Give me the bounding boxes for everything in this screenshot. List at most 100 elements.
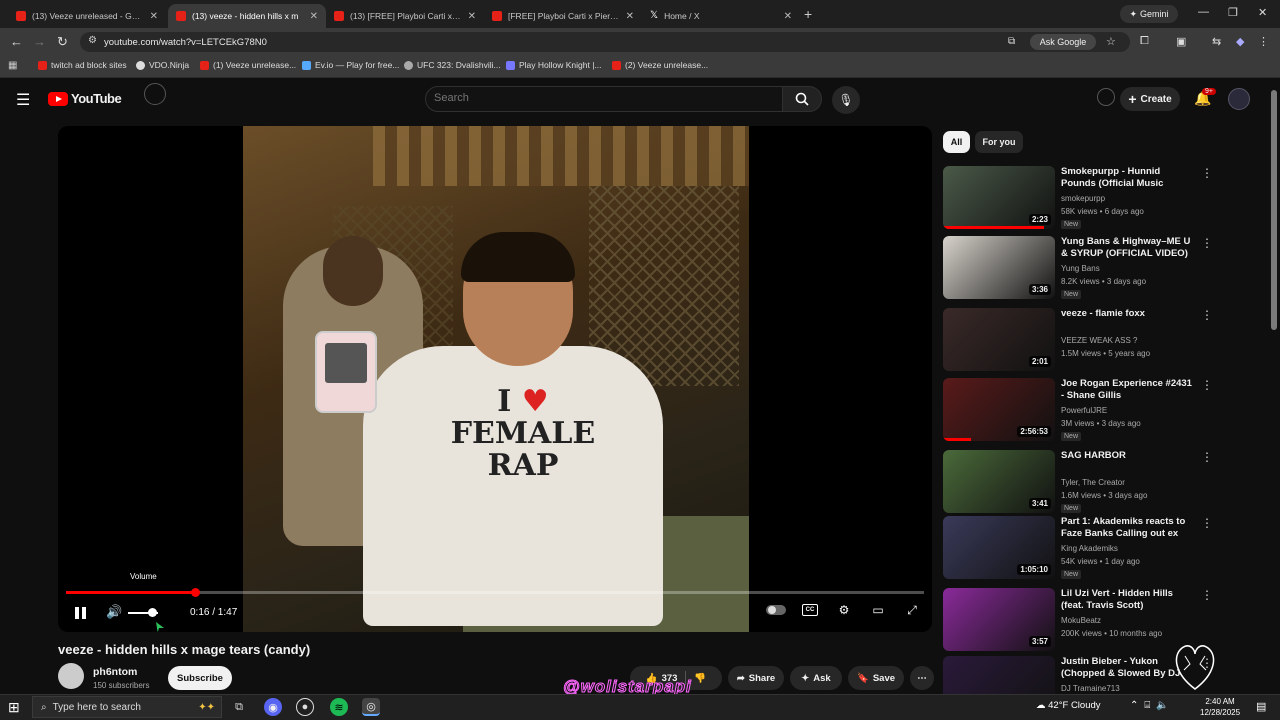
youtube-logo[interactable]: YouTube (48, 91, 122, 106)
close-window-icon[interactable]: ✕ (1258, 6, 1267, 19)
obs-icon[interactable]: ● (296, 698, 314, 716)
bookmark-3[interactable]: Ev.io — Play for free... (302, 60, 399, 70)
autoplay-toggle[interactable] (766, 602, 786, 618)
clock[interactable]: 2:40 AM 12/28/2025 (1200, 696, 1240, 718)
recommendation-title[interactable]: SAG HARBOR (1061, 450, 1193, 462)
browser-tab-3[interactable]: [FREE] Playboi Carti x Pierre Bo ✕ (484, 4, 642, 28)
more-actions-button[interactable]: ⋯ (910, 666, 934, 690)
task-view-icon[interactable]: ⧉ (230, 698, 248, 716)
reload-icon[interactable]: ↻ (57, 34, 68, 50)
recommendation-channel[interactable]: MokuBeatz (1061, 616, 1101, 625)
channel-name[interactable]: ph6ntom (93, 666, 137, 678)
recommendation-channel[interactable]: Yung Bans (1061, 264, 1100, 273)
channel-avatar[interactable] (58, 663, 84, 689)
scrollbar[interactable] (1271, 90, 1277, 330)
settings-button[interactable]: ⚙ (834, 602, 854, 618)
close-icon[interactable]: ✕ (468, 11, 476, 22)
bookmark-5[interactable]: Play Hollow Knight |... (506, 60, 602, 70)
volume-icon[interactable]: 🔊 (106, 604, 122, 620)
more-vertical-icon[interactable]: ⋮ (1201, 378, 1213, 392)
discord-icon[interactable]: ◉ (264, 698, 282, 716)
fullscreen-button[interactable]: ⤢ (902, 602, 922, 618)
recommendation-channel[interactable]: Tyler, The Creator (1061, 478, 1125, 487)
video-thumbnail[interactable]: 2:01 (943, 308, 1055, 371)
bookmark-6[interactable]: (2) Veeze unrelease... (612, 60, 708, 70)
search-button[interactable] (782, 86, 822, 112)
new-tab-button[interactable]: + (804, 6, 812, 22)
gemini-button[interactable]: ✦ Gemini (1120, 5, 1178, 23)
more-vertical-icon[interactable]: ⋮ (1201, 166, 1213, 180)
pause-button[interactable] (72, 605, 88, 621)
recommendation-title[interactable]: Part 1: Akademiks reacts to Faze Banks C… (1061, 516, 1193, 540)
video-thumbnail[interactable]: 2:56:53 (943, 378, 1055, 441)
dislike-button[interactable]: 👎 (694, 673, 706, 684)
browser-tab-2[interactable]: (13) [FREE] Playboi Carti x Pierre ✕ (326, 4, 484, 28)
ask-google-button[interactable]: Ask Google (1030, 34, 1096, 50)
bookmark-2[interactable]: (1) Veeze unrelease... (200, 60, 296, 70)
more-vertical-icon[interactable]: ⋮ (1201, 236, 1213, 250)
bookmark-4[interactable]: UFC 323: Dvalishvili... (404, 60, 501, 70)
more-vertical-icon[interactable]: ⋮ (1201, 588, 1213, 602)
sidepanel-icon[interactable]: ▣ (1176, 35, 1186, 48)
back-icon[interactable]: ← (10, 34, 23, 49)
browser-tab-4[interactable]: 𝕏 Home / X ✕ (642, 4, 800, 28)
weather[interactable]: ☁ 42°F Cloudy (1036, 700, 1101, 711)
progress-scrubber[interactable] (190, 588, 200, 597)
account-avatar[interactable] (1228, 88, 1250, 110)
more-vertical-icon[interactable]: ⋮ (1258, 35, 1269, 48)
more-vertical-icon[interactable]: ⋮ (1201, 308, 1213, 322)
close-icon[interactable]: ✕ (310, 11, 318, 22)
minimize-icon[interactable]: — (1198, 6, 1209, 18)
recommendation-channel[interactable]: DJ Tramaine713 (1061, 684, 1120, 693)
apps-grid-icon[interactable]: ▦ (8, 60, 17, 71)
extensions-icon[interactable]: ⧠ (1140, 35, 1149, 48)
recommendation-item[interactable]: 1:05:10 Part 1: Akademiks reacts to Faze … (943, 516, 1213, 580)
recommendation-channel[interactable]: smokepurpp (1061, 194, 1105, 203)
video-thumbnail[interactable]: 2:23 (943, 166, 1055, 229)
recommendation-channel[interactable]: King Akademiks (1061, 544, 1118, 553)
chip-all[interactable]: All (943, 131, 970, 153)
theater-mode-button[interactable]: ▭ (868, 602, 888, 618)
spotify-icon[interactable]: ≋ (330, 698, 348, 716)
recommendation-channel[interactable]: VEEZE WEAK ASS ? (1061, 336, 1137, 345)
restore-icon[interactable]: ❐ (1228, 6, 1238, 19)
site-info-icon[interactable]: ⚙ (88, 35, 97, 46)
browser-tab-0[interactable]: (13) Veeze unreleased - Ghost ✕ (8, 4, 166, 28)
video-frame[interactable]: I ♥ FEMALE RAP (243, 126, 749, 632)
windows-start-icon[interactable]: ⊞ (8, 699, 20, 716)
cast-icon[interactable]: ⧉ (1008, 36, 1015, 47)
recommendation-item[interactable]: 2:23 Smokepurpp - Hunnid Pounds (Official… (943, 166, 1213, 230)
browser-tab-1[interactable]: (13) veeze - hidden hills x m ✕ (168, 4, 326, 28)
recommendation-title[interactable]: Smokepurpp - Hunnid Pounds (Official Mus… (1061, 166, 1193, 190)
subscribe-button[interactable]: Subscribe (168, 666, 232, 690)
notifications-icon[interactable]: ▤ (1256, 700, 1266, 713)
taskbar-search[interactable]: ⌕ Type here to search ✦✦ (32, 696, 222, 718)
bookmark-0[interactable]: twitch ad block sites (38, 60, 127, 70)
more-vertical-icon[interactable]: ⋮ (1201, 516, 1213, 530)
recommendation-channel[interactable]: PowerfulJRE (1061, 406, 1107, 415)
close-icon[interactable]: ✕ (784, 11, 792, 22)
recommendation-title[interactable]: veeze - flamie foxx (1061, 308, 1193, 320)
chip-for-you[interactable]: For you (975, 131, 1023, 153)
recommendation-item[interactable]: 2:56:53 Joe Rogan Experience #2431 - Shan… (943, 378, 1213, 442)
more-vertical-icon[interactable]: ⋮ (1201, 450, 1213, 464)
hamburger-menu-icon[interactable]: ☰ (16, 90, 30, 110)
share-button[interactable]: ➦ Share (728, 666, 784, 690)
voice-search-button[interactable]: 🎙 (832, 86, 860, 114)
recommendation-title[interactable]: Joe Rogan Experience #2431 - Shane Gilli… (1061, 378, 1193, 402)
close-icon[interactable]: ✕ (626, 11, 634, 22)
search-input[interactable] (434, 92, 774, 104)
video-thumbnail[interactable]: 3:41 (943, 450, 1055, 513)
ask-button[interactable]: ✦ Ask (790, 666, 842, 690)
recommendation-title[interactable]: Lil Uzi Vert - Hidden Hills (feat. Travi… (1061, 588, 1193, 612)
volume-slider-knob[interactable] (148, 608, 157, 617)
close-icon[interactable]: ✕ (150, 11, 158, 22)
bookmark-star-icon[interactable]: ☆ (1106, 35, 1116, 48)
system-tray[interactable]: ⌃⌸🔈 (1130, 700, 1175, 711)
recommendation-item[interactable]: 3:36 Yung Bans & Highway–ME U & SYRUP (OF… (943, 236, 1213, 300)
forward-icon[interactable]: → (33, 34, 46, 49)
profile-icon[interactable]: ◆ (1236, 35, 1244, 48)
recommendation-item[interactable]: 3:41 SAG HARBOR Tyler, The Creator 1.6M vie… (943, 450, 1213, 514)
create-button[interactable]: + Create (1120, 87, 1180, 111)
chrome-icon[interactable]: ◎ (362, 698, 380, 716)
